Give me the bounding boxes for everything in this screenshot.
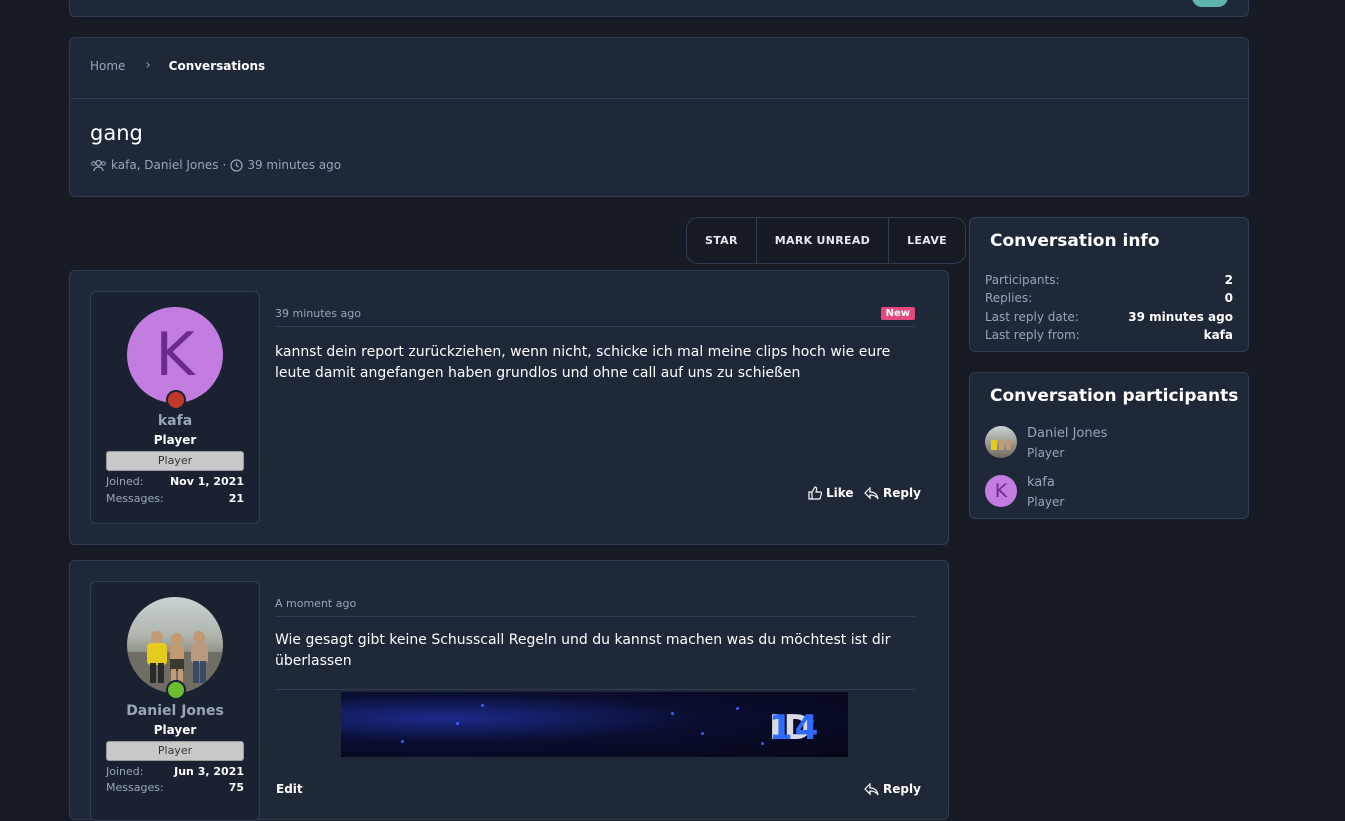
avatar-photo bbox=[127, 631, 223, 693]
conversation-participants-block: Conversation participants Daniel Jones P… bbox=[969, 372, 1249, 519]
message-body: Wie gesagt gibt keine Schusscall Regeln … bbox=[275, 632, 891, 669]
messages-value[interactable]: 21 bbox=[229, 492, 244, 505]
header-divider bbox=[70, 98, 1248, 99]
avatar[interactable] bbox=[127, 597, 223, 693]
like-label: Like bbox=[826, 486, 854, 500]
message-header: 39 minutes ago New bbox=[275, 307, 915, 327]
info-row-participants: Participants: 2 bbox=[985, 273, 1233, 287]
reply-button[interactable]: Reply bbox=[864, 486, 921, 500]
messages-row: Messages: 75 bbox=[106, 781, 244, 794]
breadcrumb-conversations[interactable]: Conversations bbox=[169, 59, 266, 73]
joined-row: Joined: Nov 1, 2021 bbox=[106, 475, 244, 488]
user-banner: Player bbox=[106, 451, 244, 471]
clock-icon bbox=[230, 158, 243, 172]
breadcrumb-home[interactable]: Home bbox=[90, 59, 125, 73]
conversation-info-block: Conversation info Participants: 2 Replie… bbox=[969, 217, 1249, 352]
message-body: kannst dein report zurückziehen, wenn ni… bbox=[275, 344, 891, 381]
info-row-last-reply-from: Last reply from: kafa bbox=[985, 328, 1233, 342]
info-value: 0 bbox=[1224, 291, 1233, 305]
joined-label: Joined: bbox=[106, 765, 144, 778]
star-button[interactable]: STAR bbox=[687, 218, 757, 263]
joined-value: Jun 3, 2021 bbox=[174, 765, 244, 778]
online-status-icon bbox=[166, 680, 186, 700]
joined-row: Joined: Jun 3, 2021 bbox=[106, 765, 244, 778]
message-time[interactable]: A moment ago bbox=[275, 597, 356, 610]
info-label: Last reply from: bbox=[985, 328, 1080, 342]
info-value: 39 minutes ago bbox=[1128, 310, 1233, 324]
info-value: 2 bbox=[1224, 273, 1233, 287]
leave-button[interactable]: LEAVE bbox=[889, 218, 965, 263]
reply-label: Reply bbox=[883, 486, 921, 500]
info-label: Participants: bbox=[985, 273, 1060, 287]
page-header: Home › Conversations gang kafa, Daniel J… bbox=[69, 37, 1249, 197]
username[interactable]: kafa bbox=[91, 413, 259, 429]
reply-icon bbox=[864, 486, 879, 499]
user-info: Daniel Jones Player Player Joined: Jun 3… bbox=[90, 581, 260, 821]
avatar[interactable]: K bbox=[127, 307, 223, 403]
user-title: Player bbox=[153, 433, 197, 447]
signature-text-number: 14 bbox=[769, 708, 821, 748]
message-post: Daniel Jones Player Player Joined: Jun 3… bbox=[69, 560, 949, 821]
info-row-last-reply-date: Last reply date: 39 minutes ago bbox=[985, 310, 1233, 324]
message-header: A moment ago bbox=[275, 597, 915, 617]
info-label: Replies: bbox=[985, 291, 1033, 305]
participants-text[interactable]: kafa, Daniel Jones bbox=[111, 158, 218, 172]
breadcrumb: Home › Conversations bbox=[90, 58, 265, 73]
participant-name[interactable]: Daniel Jones bbox=[1027, 426, 1107, 441]
new-badge: New bbox=[880, 307, 915, 320]
info-label: Last reply date: bbox=[985, 310, 1079, 324]
info-row-replies: Replies: 0 bbox=[985, 291, 1233, 305]
joined-label: Joined: bbox=[106, 475, 144, 488]
avatar[interactable]: K bbox=[985, 475, 1017, 507]
messages-row: Messages: 21 bbox=[106, 492, 244, 505]
user-info: K kafa Player Player Joined: Nov 1, 2021… bbox=[90, 291, 260, 524]
avatar-photo bbox=[991, 440, 1011, 450]
like-button[interactable]: Like bbox=[808, 486, 854, 500]
conversation-participants-title: Conversation participants bbox=[990, 386, 1239, 406]
reply-icon bbox=[864, 782, 879, 795]
message-post: K kafa Player Player Joined: Nov 1, 2021… bbox=[69, 270, 949, 545]
info-value[interactable]: kafa bbox=[1204, 328, 1233, 342]
participant-item[interactable]: Daniel Jones Player bbox=[985, 426, 1107, 460]
message-time[interactable]: 39 minutes ago bbox=[275, 307, 361, 320]
messages-label: Messages: bbox=[106, 781, 164, 794]
chevron-right-icon: › bbox=[145, 58, 151, 73]
signature-image: ID 14 bbox=[341, 692, 848, 757]
edit-button[interactable]: Edit bbox=[276, 782, 303, 796]
username[interactable]: Daniel Jones bbox=[91, 703, 259, 719]
thumbs-up-icon bbox=[808, 486, 822, 500]
conversation-actions: STAR MARK UNREAD LEAVE bbox=[686, 217, 966, 264]
messages-label: Messages: bbox=[106, 492, 164, 505]
conversation-time: 39 minutes ago bbox=[247, 158, 342, 172]
user-banner: Player bbox=[106, 741, 244, 761]
reply-button[interactable]: Reply bbox=[864, 782, 921, 796]
reply-label: Reply bbox=[883, 782, 921, 796]
avatar[interactable] bbox=[985, 426, 1017, 458]
participant-item[interactable]: K kafa Player bbox=[985, 475, 1064, 509]
mark-unread-button[interactable]: MARK UNREAD bbox=[757, 218, 890, 263]
top-navbar bbox=[69, 0, 1249, 17]
users-icon bbox=[90, 159, 107, 172]
signature-divider bbox=[275, 689, 915, 690]
participant-title: Player bbox=[1027, 495, 1065, 509]
meta-separator: · bbox=[222, 158, 227, 172]
joined-value: Nov 1, 2021 bbox=[169, 475, 244, 488]
participant-title: Player bbox=[1027, 446, 1065, 460]
offline-status-icon bbox=[166, 390, 186, 410]
user-title: Player bbox=[153, 723, 197, 737]
conversation-meta: kafa, Daniel Jones · 39 minutes ago bbox=[90, 158, 341, 172]
messages-value[interactable]: 75 bbox=[229, 781, 244, 794]
conversation-info-title: Conversation info bbox=[990, 231, 1160, 251]
participant-name[interactable]: kafa bbox=[1027, 475, 1064, 490]
navbar-action-pill[interactable] bbox=[1192, 0, 1228, 7]
page-title: gang bbox=[90, 121, 143, 145]
